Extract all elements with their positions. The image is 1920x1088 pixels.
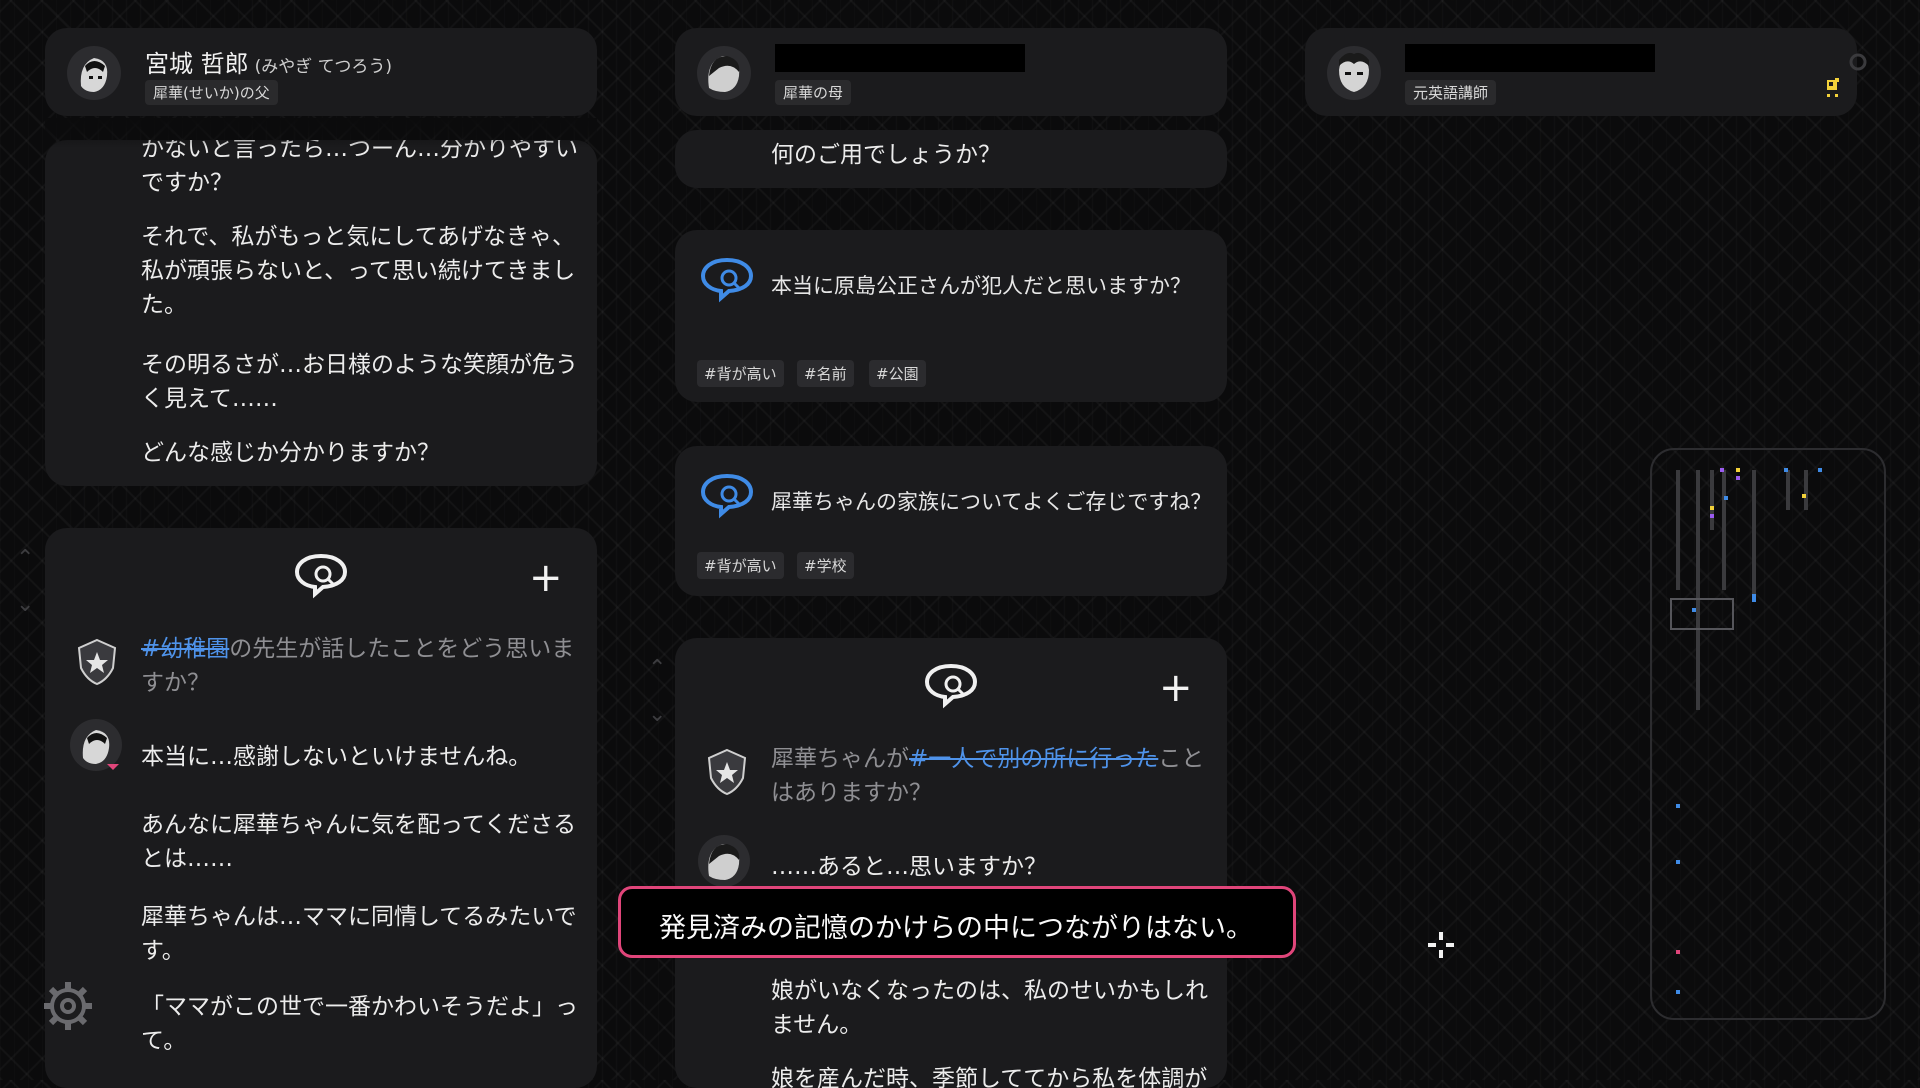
notification-text: 発見済みの記憶のかけらの中につながりはない。	[659, 913, 1253, 944]
answer-line: 「ママがこの世で一番かわいそうだよ」って。	[141, 994, 578, 1054]
character-portrait-icon	[70, 719, 122, 771]
plus-icon[interactable]: +	[1159, 668, 1193, 708]
character-name: 宮城 哲郎 (みやぎ てつろう)	[145, 44, 392, 79]
scroll-down-arrow[interactable]: ⌄	[16, 592, 34, 617]
notification-toast: 発見済みの記憶のかけらの中につながりはない。	[618, 886, 1296, 958]
character-portrait-icon	[1327, 46, 1381, 100]
character-header[interactable]: 元英語講師	[1305, 28, 1857, 116]
log-fade	[45, 118, 597, 148]
redacted-name	[1405, 44, 1655, 72]
scroll-down-arrow[interactable]: ⌄	[648, 702, 666, 727]
answer-line: あんなに犀華ちゃんに気を配ってくださるとは……	[141, 812, 577, 872]
character-reading: (みやぎ てつろう)	[254, 57, 392, 77]
gear-icon[interactable]	[1846, 50, 1870, 74]
keyword-tag[interactable]: #学校	[797, 552, 854, 579]
timeline-minimap[interactable]	[1650, 448, 1886, 1020]
question-card[interactable]: + 犀華ちゃんが#一人で別の所に行ったことはありますか？ ……あると…思いますか…	[675, 638, 1227, 1088]
chat-bubble-icon[interactable]	[923, 660, 979, 710]
character-header[interactable]: 宮城 哲郎 (みやぎ てつろう) 犀華(せいか)の父	[45, 28, 597, 116]
keyword-tag[interactable]: #公園	[869, 360, 926, 387]
chat-bubble-icon	[700, 473, 754, 519]
police-badge-icon	[707, 748, 747, 796]
question-text: 犀華ちゃんが#一人で別の所に行ったことはありますか？	[771, 742, 1211, 810]
police-badge-icon	[77, 638, 117, 686]
answer-line: 本当に…感謝しないといけませんね。	[141, 744, 532, 770]
answer-line: 娘がいなくなったのは、私のせいかもしれません。	[771, 978, 1208, 1038]
character-portrait-icon	[67, 46, 121, 100]
character-column-father: かないと言ったら…つーん…分かりやすいですか？ それで、私がもっと気にしてあげな…	[45, 0, 597, 1088]
question-card[interactable]: 犀華ちゃんの家族についてよくご存じですね？ #背が高い #学校	[675, 446, 1227, 596]
log-line: その明るさが…お日様のような笑顔が危うく見えて……	[141, 352, 578, 412]
answer-line: 犀華ちゃんは…ママに同情してるみたいです。	[141, 904, 577, 964]
question-card[interactable]: + #幼稚園の先生が話したことをどう思いますか？ 本当に…感謝しないといけません…	[45, 528, 597, 1088]
answer-line: ……あると…思いますか？	[771, 854, 1047, 880]
evidence-link[interactable]: #幼稚園	[141, 636, 229, 662]
character-portrait-icon	[697, 46, 751, 100]
log-line: どんな感じか分かりますか？	[141, 440, 440, 466]
evidence-link[interactable]: #一人で別の所に行った	[909, 746, 1158, 772]
new-clue-indicator-icon	[1827, 78, 1839, 97]
redacted-name	[775, 44, 1025, 72]
question-text: 本当に原島公正さんが犯人だと思いますか？	[771, 274, 1191, 298]
keyword-tag[interactable]: #名前	[797, 360, 854, 387]
question-prefix: 犀華ちゃんが	[771, 746, 909, 772]
dialogue-log-card[interactable]: かないと言ったら…つーん…分かりやすいですか？ それで、私がもっと気にしてあげな…	[45, 140, 597, 486]
chat-bubble-icon	[700, 257, 754, 303]
keyword-tag[interactable]: #背が高い	[697, 360, 784, 387]
gear-icon[interactable]	[40, 978, 96, 1034]
crosshair-cursor-icon	[1428, 932, 1454, 958]
character-portrait-icon	[698, 835, 750, 887]
dialogue-log-card[interactable]: 何のご用でしょうか？	[675, 130, 1227, 188]
question-text: #幼稚園の先生が話したことをどう思いますか？	[141, 632, 581, 700]
plus-icon[interactable]: +	[529, 558, 563, 598]
character-role-badge: 犀華の母	[775, 80, 852, 105]
question-card[interactable]: 本当に原島公正さんが犯人だと思いますか？ #背が高い #名前 #公園	[675, 230, 1227, 402]
character-header[interactable]: 犀華の母	[675, 28, 1227, 116]
question-text: 犀華ちゃんの家族についてよくご存じですね？	[771, 490, 1212, 514]
minimap-viewport[interactable]	[1670, 598, 1734, 630]
scroll-up-arrow[interactable]: ⌃	[648, 656, 666, 681]
log-line: かないと言ったら…つーん…分かりやすいですか？	[141, 140, 578, 196]
keyword-tag[interactable]: #背が高い	[697, 552, 784, 579]
scroll-up-arrow[interactable]: ⌃	[16, 546, 34, 571]
character-role-badge: 犀華(せいか)の父	[145, 80, 278, 105]
log-line: それで、私がもっと気にしてあげなきゃ、私が頑張らないと、って思い続けてきました。	[141, 224, 576, 318]
character-role-badge: 元英語講師	[1405, 80, 1497, 105]
chat-bubble-icon[interactable]	[293, 550, 349, 600]
log-line: 何のご用でしょうか？	[771, 142, 1001, 168]
character-name-text: 宮城 哲郎	[145, 50, 249, 78]
answer-line: 娘を産んだ時、季節しててから私を体調が	[771, 1066, 1208, 1088]
